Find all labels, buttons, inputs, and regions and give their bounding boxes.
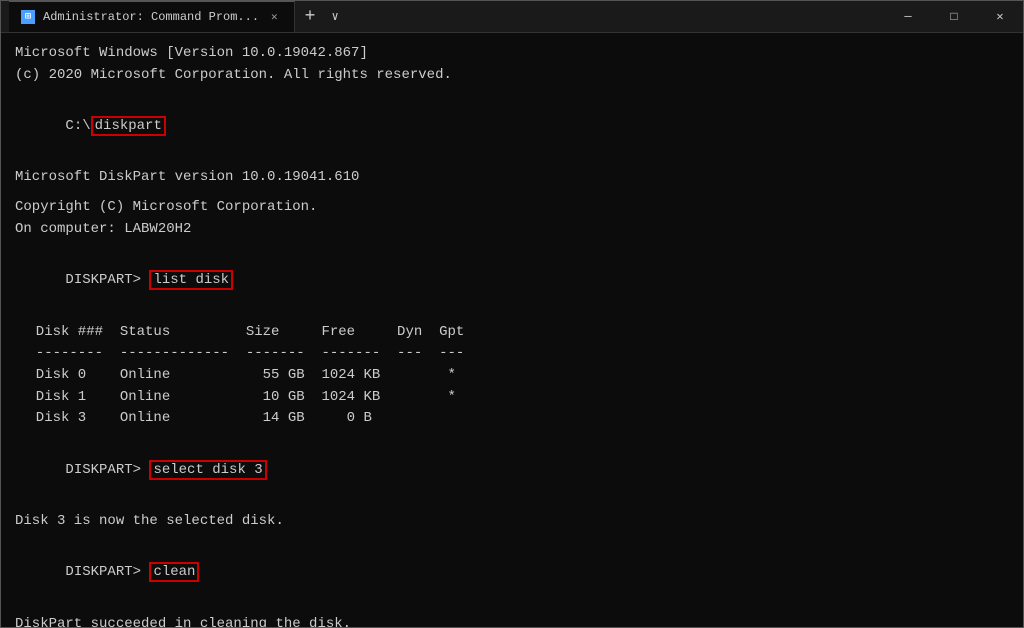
spacer-9 <box>15 606 1009 614</box>
output-line-11: DISKPART> list disk <box>15 249 1009 314</box>
spacer-5 <box>15 314 1009 322</box>
table-header: Disk ### Status Size Free Dyn Gpt <box>19 322 1009 344</box>
spacer-3 <box>15 189 1009 197</box>
maximize-button[interactable]: □ <box>931 1 977 33</box>
output-line-16: Disk 3 is now the selected disk. <box>15 511 1009 533</box>
output-line-14: DISKPART> select disk 3 <box>15 438 1009 503</box>
active-tab[interactable]: ⊞ Administrator: Command Prom... ✕ <box>9 1 295 32</box>
dropdown-button[interactable]: ∨ <box>325 9 344 24</box>
prompt-c: C:\ <box>65 118 90 134</box>
table-row-disk1: Disk 1 Online 10 GB 1024 KB * <box>19 387 1009 409</box>
table-row-disk0: Disk 0 Online 55 GB 1024 KB * <box>19 365 1009 387</box>
spacer-7 <box>15 503 1009 511</box>
disk-table: Disk ### Status Size Free Dyn Gpt ------… <box>19 322 1009 430</box>
tab-title: Administrator: Command Prom... <box>43 10 259 24</box>
output-line-1: Microsoft Windows [Version 10.0.19042.86… <box>15 43 1009 65</box>
output-line-8: Copyright (C) Microsoft Corporation. <box>15 197 1009 219</box>
tab-close-button[interactable]: ✕ <box>267 8 282 26</box>
output-line-20: DiskPart succeeded in cleaning the disk. <box>15 614 1009 627</box>
minimize-button[interactable]: ─ <box>885 1 931 33</box>
diskpart-prompt-3: DISKPART> <box>65 564 149 580</box>
output-line-6: Microsoft DiskPart version 10.0.19041.61… <box>15 167 1009 189</box>
spacer-1 <box>15 86 1009 94</box>
diskpart-cmd: diskpart <box>91 116 166 136</box>
output-line-4: C:\diskpart <box>15 94 1009 159</box>
titlebar-left: ⊞ Administrator: Command Prom... ✕ + ∨ <box>9 1 885 32</box>
new-tab-button[interactable]: + <box>295 7 326 27</box>
diskpart-prompt-2: DISKPART> <box>65 462 149 478</box>
diskpart-prompt-1: DISKPART> <box>65 272 149 288</box>
spacer-4 <box>15 241 1009 249</box>
table-row-disk3: Disk 3 Online 14 GB 0 B <box>19 408 1009 430</box>
output-line-18: DISKPART> clean <box>15 541 1009 606</box>
spacer-2 <box>15 159 1009 167</box>
output-line-2: (c) 2020 Microsoft Corporation. All righ… <box>15 65 1009 87</box>
terminal-body[interactable]: Microsoft Windows [Version 10.0.19042.86… <box>1 33 1023 627</box>
list-disk-cmd: list disk <box>149 270 233 290</box>
close-button[interactable]: ✕ <box>977 1 1023 33</box>
titlebar: ⊞ Administrator: Command Prom... ✕ + ∨ ─… <box>1 1 1023 33</box>
window-controls: ─ □ ✕ <box>885 1 1023 33</box>
tab-icon: ⊞ <box>21 10 35 24</box>
window: ⊞ Administrator: Command Prom... ✕ + ∨ ─… <box>0 0 1024 628</box>
spacer-6 <box>15 430 1009 438</box>
table-separator: -------- ------------- ------- ------- -… <box>19 343 1009 365</box>
clean-cmd: clean <box>149 562 199 582</box>
output-line-9: On computer: LABW20H2 <box>15 219 1009 241</box>
spacer-8 <box>15 533 1009 541</box>
select-disk-cmd: select disk 3 <box>149 460 266 480</box>
